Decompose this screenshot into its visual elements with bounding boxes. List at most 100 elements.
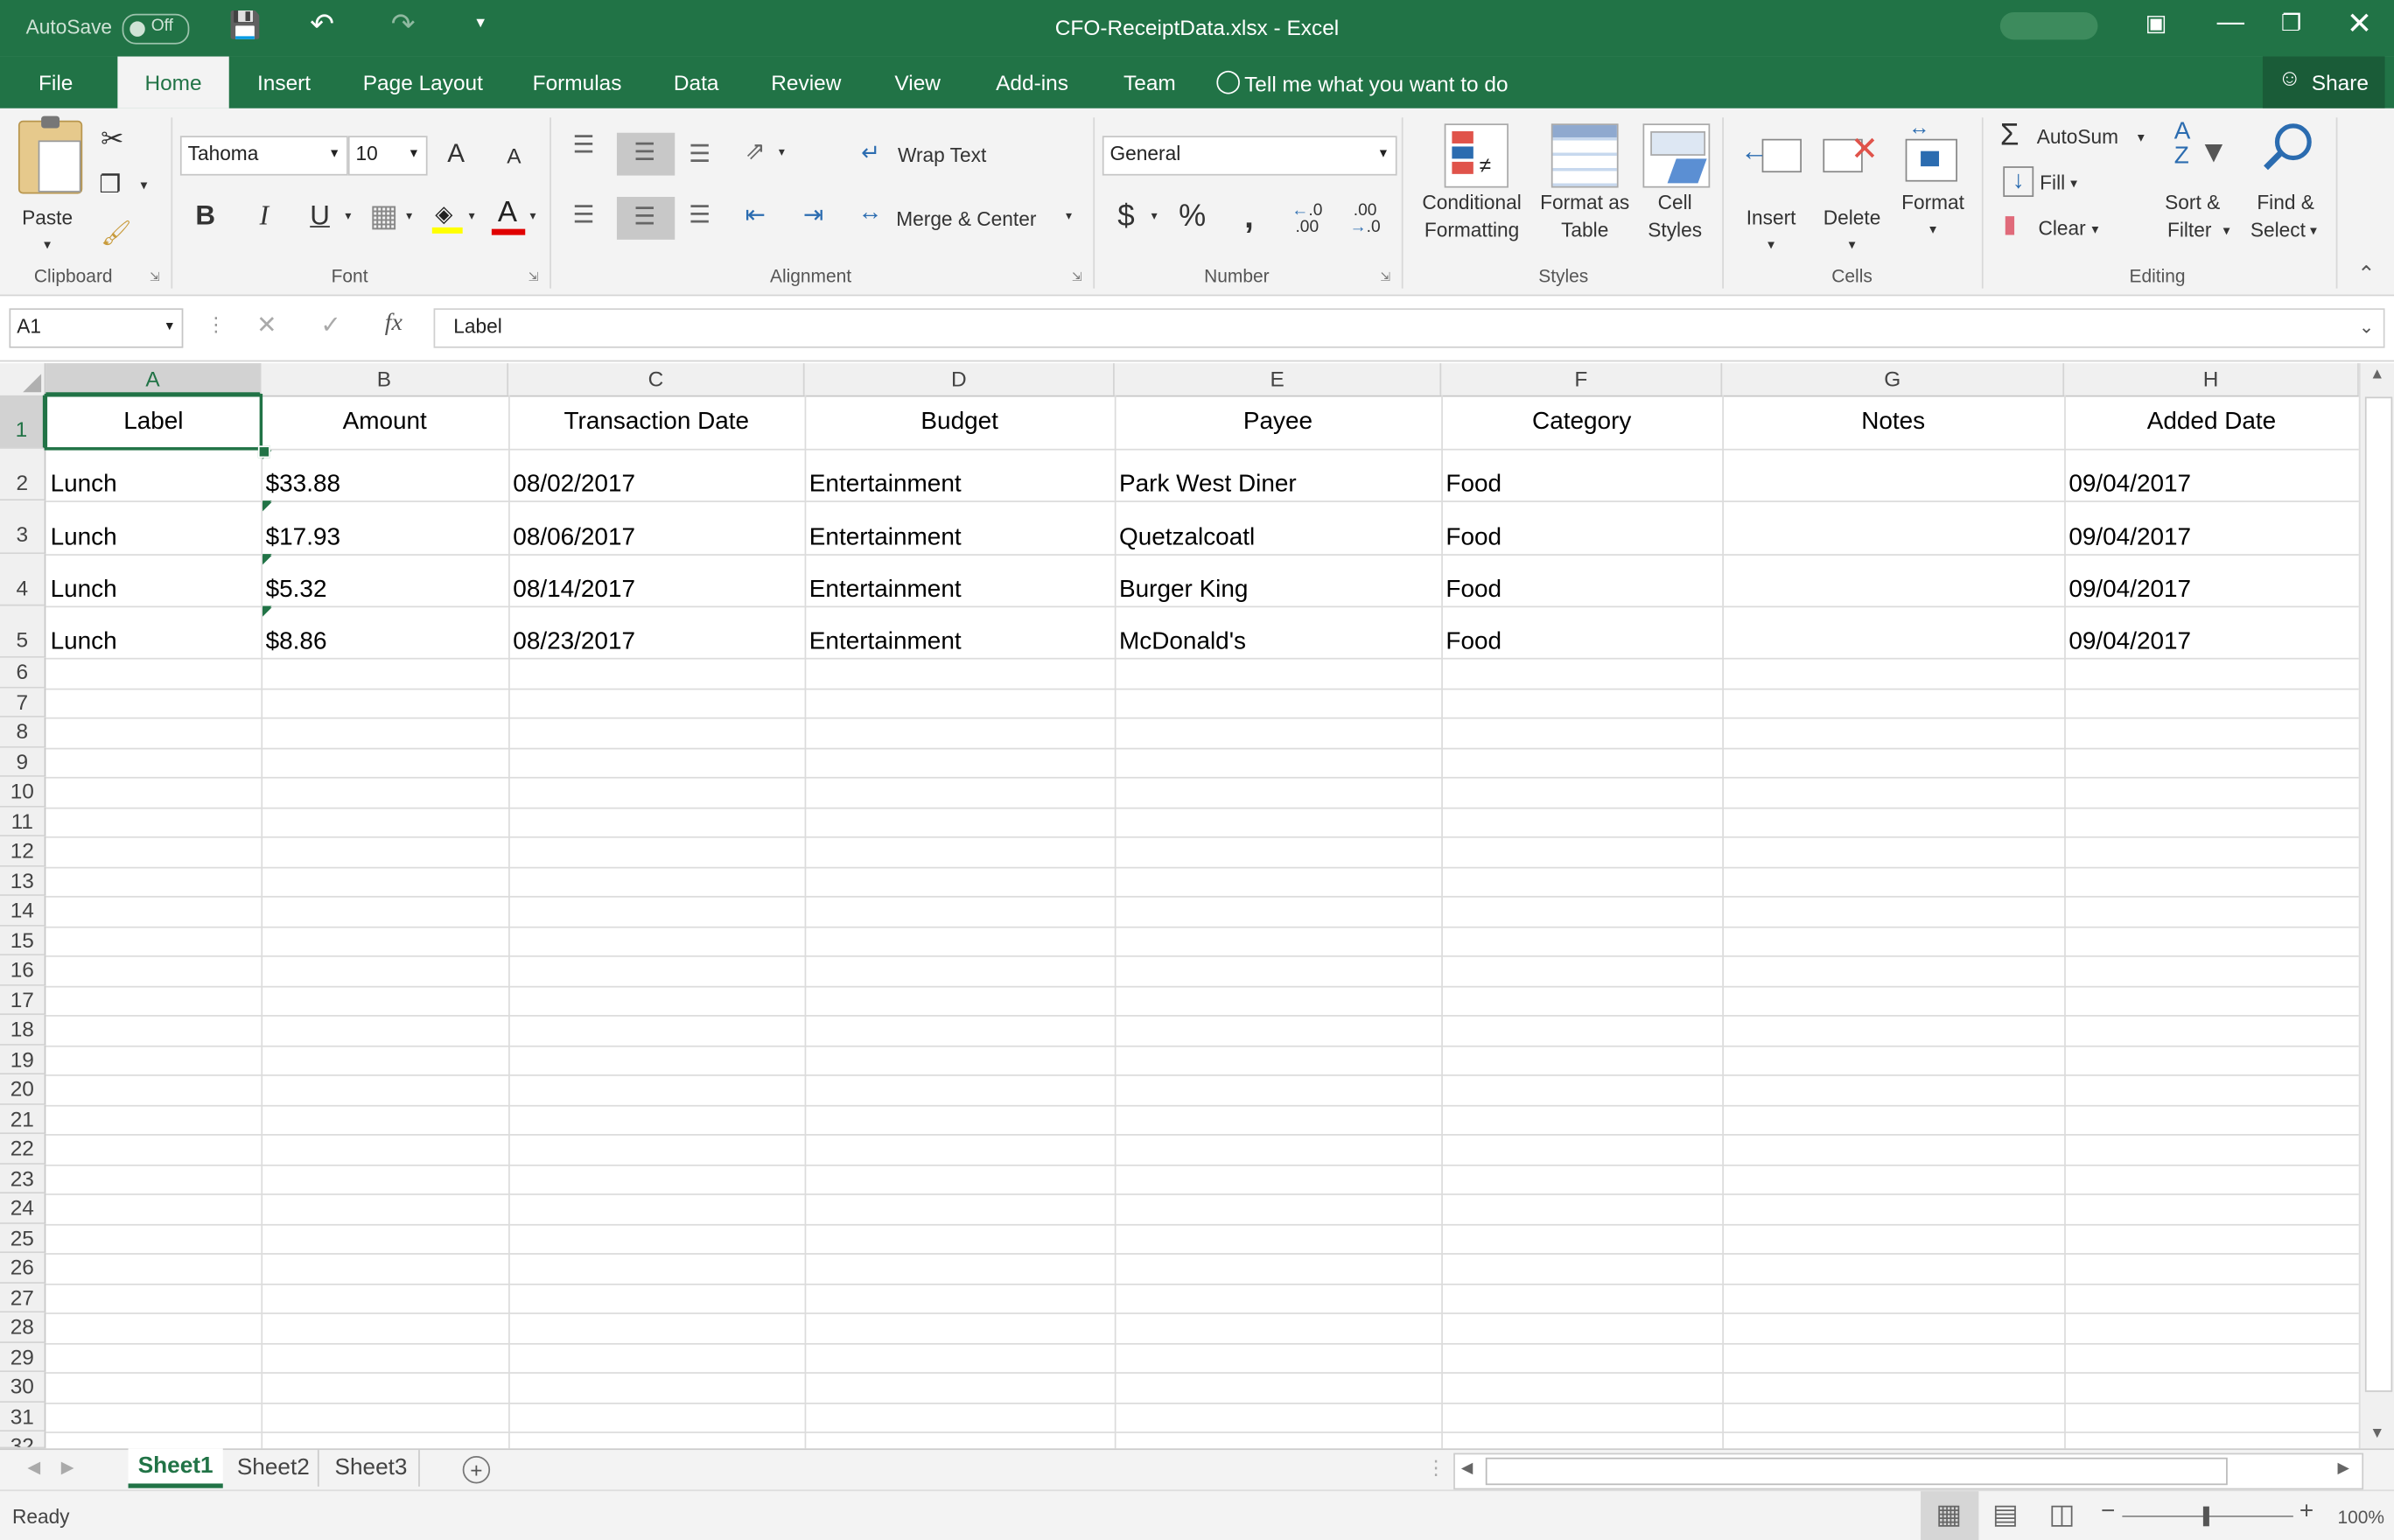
copy-icon[interactable]: ❐ xyxy=(99,170,121,200)
row-header-7[interactable]: 7 xyxy=(0,687,46,718)
row-header-23[interactable]: 23 xyxy=(0,1164,46,1194)
increase-font-icon[interactable]: A xyxy=(447,139,465,170)
insert-function-button[interactable]: fx xyxy=(385,310,402,337)
borders-dropdown-icon[interactable]: ▾ xyxy=(406,209,412,223)
wrap-text-icon[interactable]: ↵ xyxy=(861,139,880,166)
cell-g5[interactable] xyxy=(1726,627,2059,658)
row-header-1[interactable]: 1 xyxy=(0,395,46,449)
header-cell-d[interactable]: Budget xyxy=(809,396,1110,449)
cell-e4[interactable]: Burger King xyxy=(1119,576,1437,606)
close-icon[interactable]: ✕ xyxy=(2347,4,2372,43)
conditional-formatting-label-2[interactable]: Formatting xyxy=(1408,217,1536,244)
zoom-in-icon[interactable]: + xyxy=(2300,1499,2314,1526)
increase-decimal-icon[interactable]: ←.0.00 xyxy=(1292,202,1322,236)
tab-review[interactable]: Review xyxy=(759,57,853,108)
row-header-22[interactable]: 22 xyxy=(0,1134,46,1165)
number-format-box[interactable]: General ▼ xyxy=(1102,136,1397,176)
fill-color-dropdown-icon[interactable]: ▾ xyxy=(469,209,475,223)
find-select-label-1[interactable]: Find & xyxy=(2247,189,2323,216)
row-header-15[interactable]: 15 xyxy=(0,925,46,956)
align-right-icon[interactable]: ☰ xyxy=(689,200,710,231)
delete-dropdown-icon[interactable]: ▾ xyxy=(1840,230,1865,257)
format-as-table-icon[interactable] xyxy=(1550,123,1619,188)
account-avatar[interactable] xyxy=(1999,11,2098,40)
row-header-3[interactable]: 3 xyxy=(0,500,46,555)
cut-icon[interactable]: ✂ xyxy=(101,123,123,156)
row-header-32[interactable]: 32 xyxy=(0,1432,46,1449)
eraser-icon[interactable]: ▮ xyxy=(2003,209,2016,240)
merge-center-button[interactable]: Merge & Center xyxy=(896,206,1036,233)
expand-formula-icon[interactable]: ⌄ xyxy=(2359,310,2375,343)
row-header-31[interactable]: 31 xyxy=(0,1402,46,1432)
fill-button[interactable]: Fill xyxy=(2040,170,2065,197)
row-header-13[interactable]: 13 xyxy=(0,865,46,896)
row-header-27[interactable]: 27 xyxy=(0,1283,46,1313)
column-header-b[interactable]: B xyxy=(261,363,509,396)
sort-filter-label-1[interactable]: Sort & xyxy=(2162,189,2223,216)
horizontal-scrollbar[interactable]: ◀ ▶ xyxy=(1453,1452,2364,1490)
cell-e5[interactable]: McDonald's xyxy=(1119,627,1437,658)
font-launcher-icon[interactable]: ⇲ xyxy=(528,270,539,284)
cell-g2[interactable] xyxy=(1726,470,2059,500)
vertical-scroll-thumb[interactable] xyxy=(2364,396,2393,1392)
delete-button[interactable]: Delete xyxy=(1814,205,1890,232)
format-cells-icon[interactable]: ↔ xyxy=(1902,115,1960,182)
cell-d5[interactable]: Entertainment xyxy=(809,627,1110,658)
copy-dropdown-icon[interactable]: ▾ xyxy=(141,177,148,193)
row-header-24[interactable]: 24 xyxy=(0,1194,46,1224)
row-header-14[interactable]: 14 xyxy=(0,895,46,926)
tab-formulas[interactable]: Formulas xyxy=(519,57,635,108)
cell-f5[interactable]: Food xyxy=(1446,627,1718,658)
header-cell-f[interactable]: Category xyxy=(1446,396,1718,449)
minimize-icon[interactable]: — xyxy=(2217,6,2244,38)
merge-dropdown-icon[interactable]: ▾ xyxy=(1066,209,1072,223)
scroll-up-icon[interactable]: ▲ xyxy=(2370,367,2384,383)
cell-h3[interactable]: 09/04/2017 xyxy=(2068,522,2354,555)
autosum-dropdown-icon[interactable]: ▾ xyxy=(2138,123,2145,150)
column-header-h[interactable]: H xyxy=(2064,363,2359,396)
find-select-dropdown-icon[interactable]: ▾ xyxy=(2310,217,2317,244)
middle-align-icon[interactable]: ☰ xyxy=(616,132,676,176)
scroll-down-icon[interactable]: ▼ xyxy=(2370,1425,2384,1442)
top-align-icon[interactable]: ☰ xyxy=(572,130,594,160)
align-center-icon[interactable]: ☰ xyxy=(616,197,676,240)
row-header-8[interactable]: 8 xyxy=(0,717,46,747)
cell-d3[interactable]: Entertainment xyxy=(809,522,1110,555)
format-dropdown-icon[interactable]: ▾ xyxy=(1921,215,1945,242)
cell-b2[interactable]: $33.88 xyxy=(266,470,504,500)
row-header-20[interactable]: 20 xyxy=(0,1074,46,1105)
header-cell-b[interactable]: Amount xyxy=(266,396,504,449)
bottom-align-icon[interactable]: ☰ xyxy=(689,139,710,170)
scroll-sheets-left-icon[interactable]: ◀ xyxy=(27,1458,40,1478)
zoom-slider-thumb[interactable] xyxy=(2202,1506,2209,1527)
cell-h5[interactable]: 09/04/2017 xyxy=(2068,627,2354,658)
clear-dropdown-icon[interactable]: ▾ xyxy=(2092,215,2099,242)
fill-icon[interactable]: ↓ xyxy=(2003,166,2034,198)
row-header-17[interactable]: 17 xyxy=(0,984,46,1015)
tab-insert[interactable]: Insert xyxy=(242,57,327,108)
row-header-25[interactable]: 25 xyxy=(0,1223,46,1254)
error-indicator-icon[interactable] xyxy=(262,607,272,617)
merge-center-icon[interactable]: ↔ xyxy=(858,200,883,228)
cell-e3[interactable]: Quetzalcoatl xyxy=(1119,522,1437,555)
row-header-5[interactable]: 5 xyxy=(0,606,46,658)
sheet-tab-sheet1[interactable]: Sheet1 xyxy=(128,1448,223,1488)
currency-dropdown-icon[interactable]: ▾ xyxy=(1152,209,1158,223)
active-cell-selection[interactable] xyxy=(44,394,263,451)
fill-dropdown-icon[interactable]: ▾ xyxy=(2070,170,2077,197)
row-header-9[interactable]: 9 xyxy=(0,746,46,777)
row-header-19[interactable]: 19 xyxy=(0,1044,46,1074)
fill-handle[interactable] xyxy=(257,445,270,458)
paste-dropdown-icon[interactable]: ▾ xyxy=(33,230,60,257)
find-select-label-2[interactable]: Select xyxy=(2244,217,2312,244)
cell-d2[interactable]: Entertainment xyxy=(809,470,1110,500)
column-header-a[interactable]: A xyxy=(46,363,262,396)
wrap-text-button[interactable]: Wrap Text xyxy=(898,142,986,169)
header-cell-e[interactable]: Payee xyxy=(1119,396,1437,449)
tab-view[interactable]: View xyxy=(879,57,956,108)
cell-c4[interactable]: 08/14/2017 xyxy=(513,576,800,606)
tab-home[interactable]: Home xyxy=(117,56,229,108)
page-break-view-icon[interactable]: ◫ xyxy=(2049,1499,2076,1531)
decrease-indent-icon[interactable]: ⇤ xyxy=(746,200,766,231)
cell-a2[interactable]: Lunch xyxy=(51,470,257,500)
